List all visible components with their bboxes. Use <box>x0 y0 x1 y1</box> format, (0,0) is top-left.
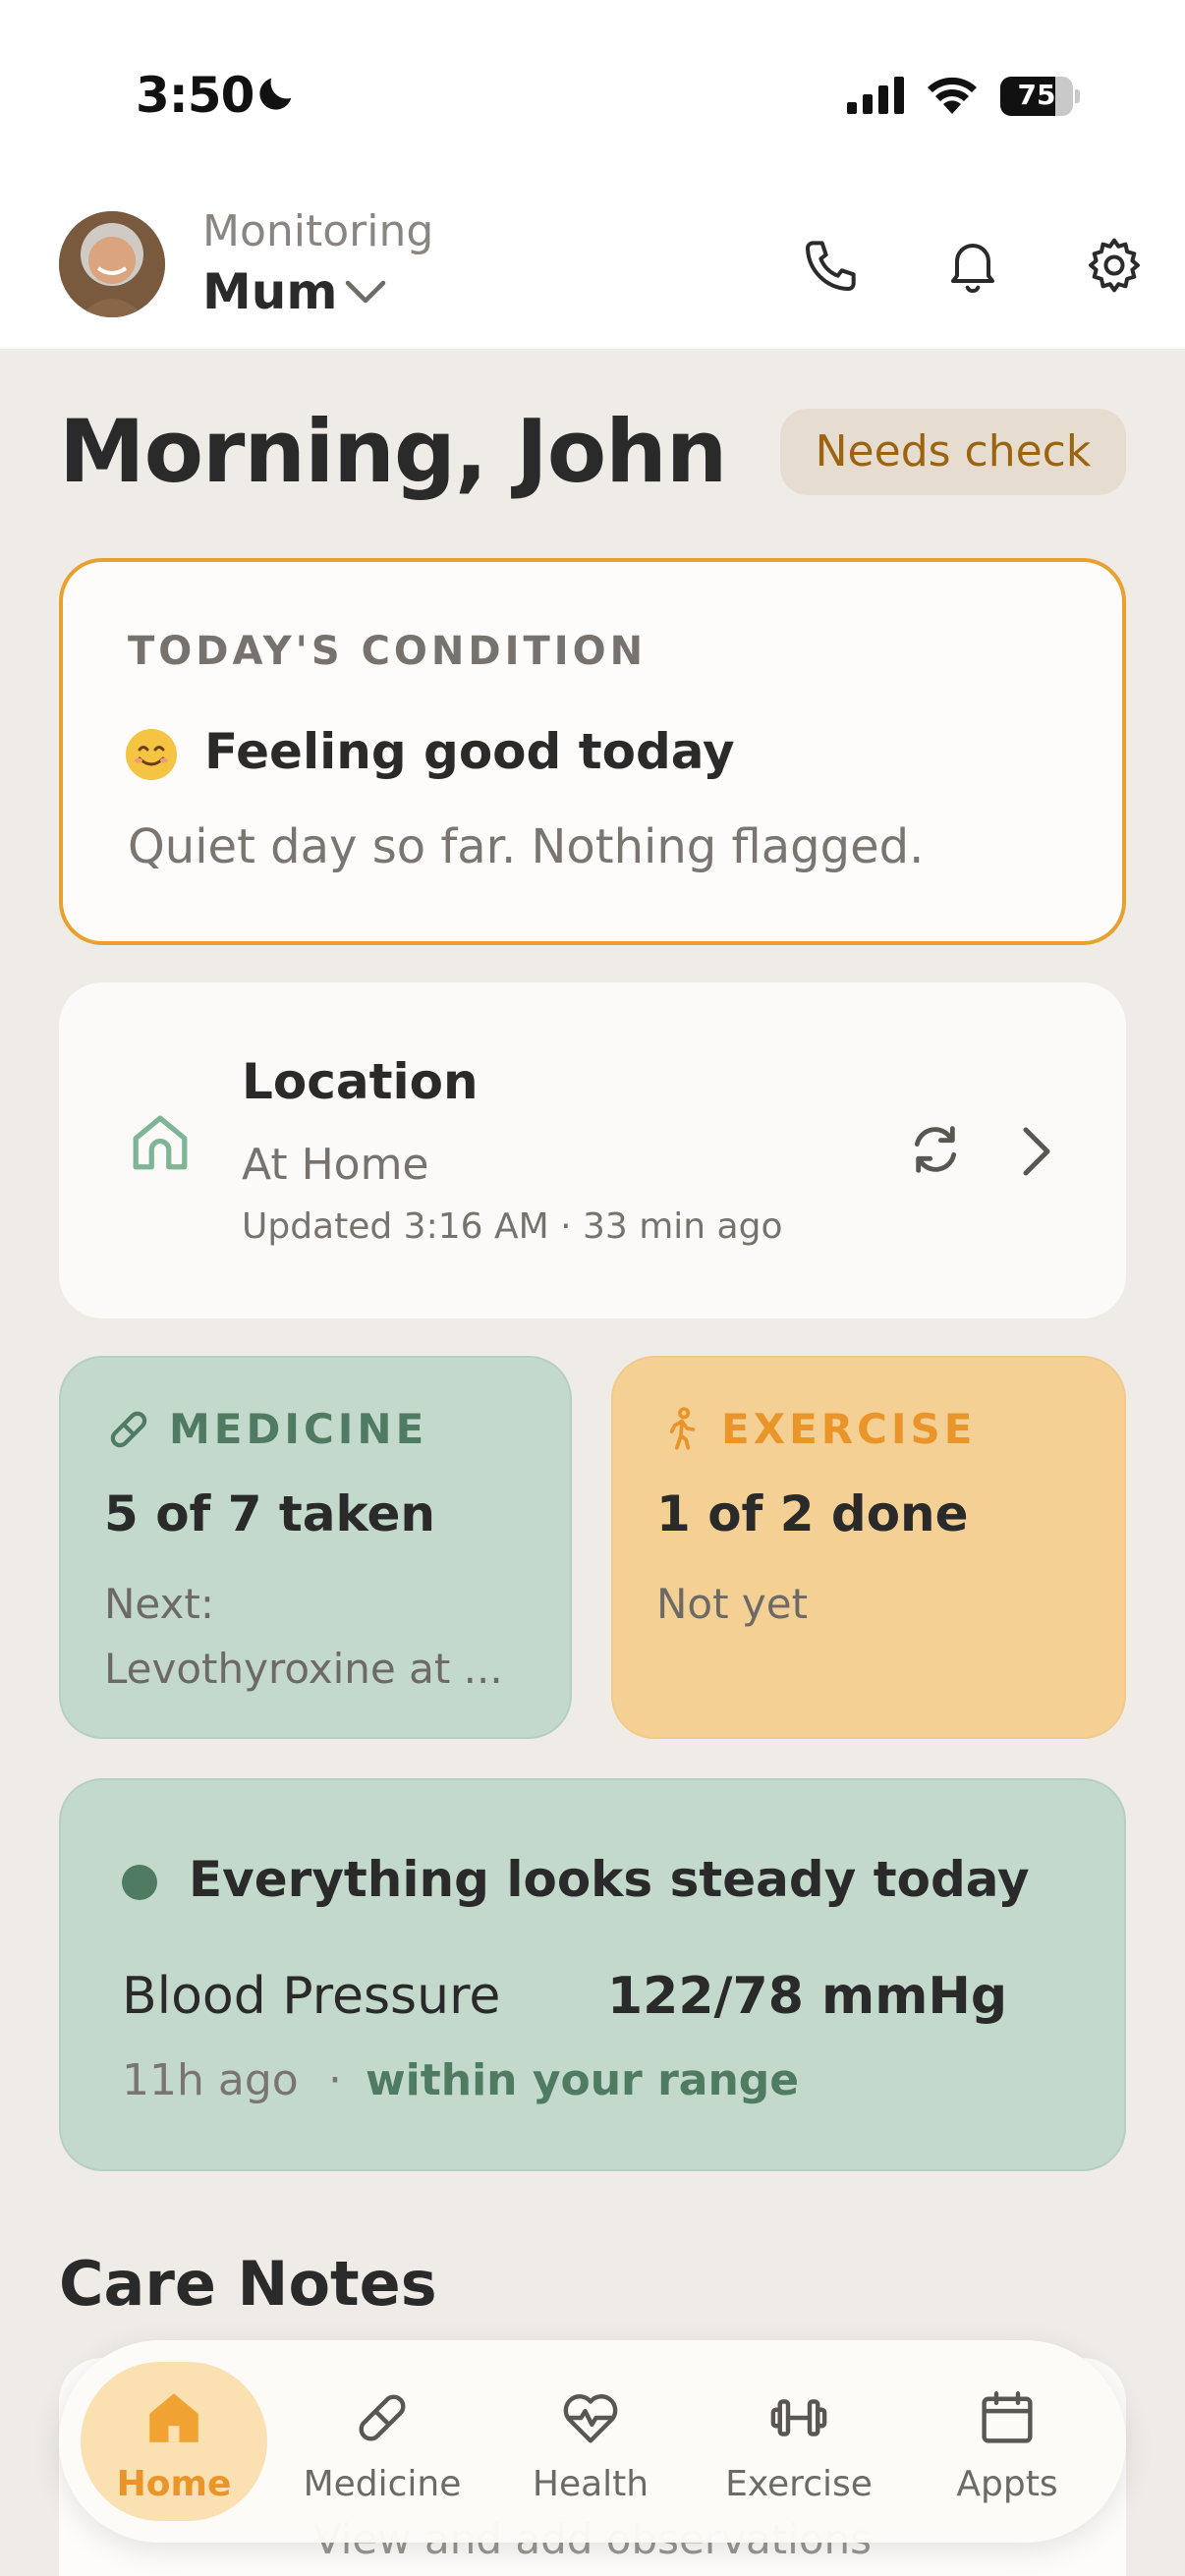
battery-indicator: 75 <box>1000 77 1080 116</box>
medicine-next-value: Levothyroxine at ... <box>104 1645 503 1693</box>
separator-dot: · <box>328 2055 342 2105</box>
tab-appts[interactable]: Appts <box>914 2362 1100 2521</box>
wifi-icon <box>928 77 977 114</box>
home-icon <box>133 1115 188 1170</box>
phone-icon[interactable] <box>800 234 863 297</box>
exercise-label: EXERCISE <box>721 1405 977 1453</box>
location-card[interactable]: Location At Home Updated 3:16 AM · 33 mi… <box>59 982 1126 1318</box>
vitals-summary-card[interactable]: Everything looks steady today Blood Pres… <box>59 1778 1126 2171</box>
care-notes-title: Care Notes <box>59 2248 437 2320</box>
pill-icon <box>110 1411 147 1448</box>
condition-section-label: TODAY'S CONDITION <box>128 629 648 674</box>
location-updated: Updated 3:16 AM · 33 min ago <box>242 1206 783 1247</box>
vitals-headline: Everything looks steady today <box>189 1851 1030 1908</box>
medicine-summary-card[interactable]: MEDICINE 5 of 7 taken Next: Levothyroxin… <box>59 1356 572 1739</box>
avatar-portrait-icon <box>59 211 165 317</box>
refresh-icon[interactable] <box>904 1118 967 1181</box>
todays-condition-card[interactable]: TODAY'S CONDITION Feeling good today Qui… <box>59 558 1126 945</box>
condition-headline: Feeling good today <box>204 723 735 780</box>
app-header: Monitoring Mum <box>0 187 1185 349</box>
greeting-title: Morning, John <box>59 401 727 502</box>
status-badge[interactable]: Needs check <box>780 409 1126 495</box>
status-dot <box>122 1865 157 1900</box>
monitored-person-selector[interactable]: Mum <box>202 263 337 320</box>
location-title: Location <box>242 1053 479 1110</box>
tab-health[interactable]: Health <box>497 2362 684 2521</box>
tab-home-label: Home <box>116 2464 232 2504</box>
status-bar: 3:50 75 <box>0 0 1185 187</box>
walking-person-icon <box>669 1407 696 1450</box>
dumbbell-icon <box>770 2399 827 2436</box>
smiling-face-icon <box>126 729 177 780</box>
medicine-next-label: Next: <box>104 1580 214 1628</box>
blood-pressure-label: Blood Pressure <box>122 1967 501 2026</box>
heart-pulse-icon <box>563 2394 618 2443</box>
avatar[interactable] <box>59 211 165 317</box>
tab-exercise-label: Exercise <box>725 2464 873 2504</box>
tab-home[interactable]: Home <box>81 2362 267 2521</box>
tab-exercise[interactable]: Exercise <box>705 2362 892 2521</box>
chevron-down-icon[interactable] <box>344 277 387 307</box>
calendar-icon <box>982 2391 1033 2443</box>
exercise-status: Not yet <box>656 1580 809 1628</box>
tab-medicine[interactable]: Medicine <box>289 2362 476 2521</box>
cellular-signal-icon <box>847 77 904 114</box>
blood-pressure-time: 11h ago <box>122 2055 299 2105</box>
gear-icon[interactable] <box>1083 234 1146 297</box>
bell-icon[interactable] <box>941 234 1004 297</box>
medicine-label: MEDICINE <box>169 1405 428 1453</box>
monitoring-label: Monitoring <box>202 206 434 256</box>
tab-health-label: Health <box>532 2464 649 2504</box>
pill-icon <box>359 2394 406 2441</box>
exercise-summary-card[interactable]: EXERCISE 1 of 2 done Not yet <box>611 1356 1126 1739</box>
status-time: 3:50 <box>136 67 254 124</box>
home-icon <box>149 2393 198 2442</box>
exercise-progress: 1 of 2 done <box>656 1485 969 1542</box>
condition-summary: Quiet day so far. Nothing flagged. <box>128 819 925 874</box>
tab-medicine-label: Medicine <box>303 2464 462 2504</box>
location-status: At Home <box>242 1140 429 1190</box>
tab-appts-label: Appts <box>956 2464 1058 2504</box>
blood-pressure-range-note: within your range <box>366 2055 800 2105</box>
battery-level-text: 75 <box>1017 79 1056 111</box>
medicine-next: Next: Levothyroxine at ... <box>104 1572 536 1702</box>
bottom-tab-bar: Home Medicine Health Exercise Appts <box>59 2340 1126 2543</box>
blood-pressure-value: 122/78 mmHg <box>607 1967 1008 2026</box>
moon-icon <box>259 78 292 110</box>
chevron-right-icon[interactable] <box>1008 1122 1063 1181</box>
medicine-progress: 5 of 7 taken <box>104 1485 435 1542</box>
